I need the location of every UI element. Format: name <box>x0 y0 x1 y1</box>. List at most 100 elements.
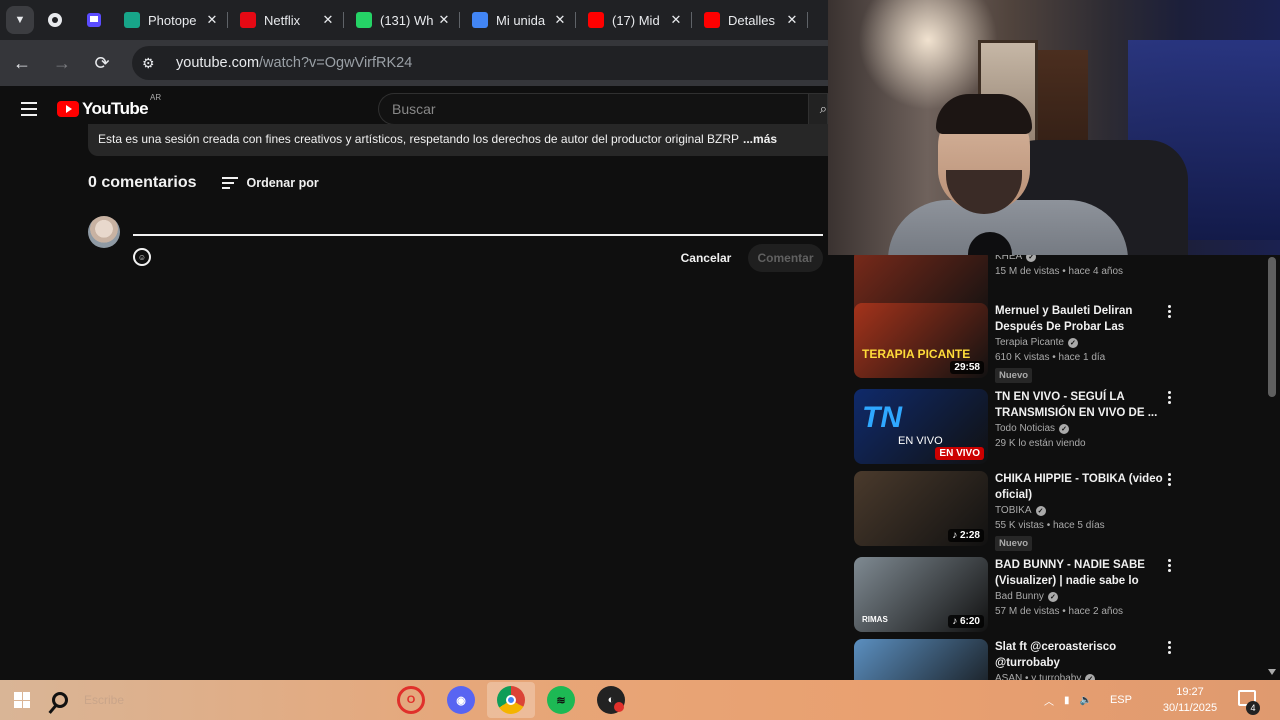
more-actions-icon[interactable] <box>1168 391 1172 404</box>
arrow-right-icon: → <box>53 52 71 73</box>
volume-icon[interactable]: 🔈 <box>1080 695 1092 706</box>
search-icon: ⌕ <box>819 101 827 116</box>
webcam-overlay <box>828 0 1280 255</box>
comment-input[interactable] <box>133 234 823 236</box>
channel-row: Bad Bunny ✓ <box>995 591 1165 602</box>
browser-tab[interactable]: Photope ✕ <box>112 0 228 40</box>
system-tray: ︿ ▮ 🔈 ESP <box>1044 680 1132 720</box>
opera-icon[interactable]: O <box>397 686 425 714</box>
start-button[interactable] <box>0 680 44 720</box>
url-host: youtube.com <box>176 55 260 71</box>
verified-icon: ✓ <box>1047 591 1058 602</box>
channel-name[interactable]: Todo Noticias <box>995 423 1055 434</box>
tab-close-icon[interactable]: ✕ <box>204 12 220 28</box>
show-hidden-icons-icon[interactable]: ︿ <box>1044 693 1054 708</box>
browser-tab[interactable]: (131) Wh ✕ <box>344 0 460 40</box>
recording-indicator <box>614 702 624 712</box>
thumbnail-subtext: EN VIVO <box>898 435 943 447</box>
search-placeholder: Buscar <box>392 101 436 117</box>
chrome-icon[interactable] <box>497 686 525 714</box>
smiley-icon: ☺ <box>137 252 147 262</box>
youtube-logo[interactable]: YouTube AR <box>57 93 161 119</box>
video-title[interactable]: Mernuel y Bauleti Deliran Después De Pro… <box>995 303 1165 335</box>
channel-name[interactable]: Bad Bunny <box>995 591 1044 602</box>
channel-row: KHEA ✓ <box>995 255 1165 262</box>
address-bar[interactable]: ⚙ youtube.com/watch?v=OgwVirfRK24 <box>132 46 828 80</box>
video-thumbnail[interactable]: RIMAS ♪ 6:20 <box>854 557 988 632</box>
video-meta: Slat ft @ceroasterisco @turrobaby ASAN • … <box>995 639 1165 680</box>
guide-menu-button[interactable] <box>9 102 49 116</box>
video-thumbnail[interactable]: TN EN VIVO EN VIVO <box>854 389 988 464</box>
tab-title: (17) Mid <box>612 12 660 28</box>
reload-icon: ⟳ <box>94 52 110 73</box>
browser-tab[interactable]: Detalles ✕ <box>692 0 808 40</box>
reload-button[interactable]: ⟳ <box>84 45 120 81</box>
channel-name[interactable]: KHEA <box>995 255 1022 262</box>
cancel-button[interactable]: Cancelar <box>672 244 740 272</box>
channel-name[interactable]: ASAN • y turrobaby <box>995 673 1081 680</box>
pinned-app-icon <box>48 13 62 27</box>
scroll-down-arrow-icon[interactable] <box>1268 669 1276 675</box>
video-thumbnail[interactable]: ♪ 2:28 <box>854 471 988 546</box>
discord-icon[interactable]: ◉ <box>447 686 475 714</box>
emoji-button[interactable]: ☺ <box>133 248 151 266</box>
video-meta: KHEA ✓ 15 M de vistas • hace 4 años <box>995 255 1165 277</box>
spotify-icon[interactable]: ≋ <box>547 686 575 714</box>
tab-title: Detalles <box>728 12 775 28</box>
browser-toolbar: ← → ⟳ ⚙ youtube.com/watch?v=OgwVirfRK24 <box>0 40 828 86</box>
sort-comments-button[interactable]: Ordenar por <box>222 176 319 190</box>
comment-submit-button[interactable]: Comentar <box>748 244 823 272</box>
video-thumbnail[interactable] <box>854 639 988 680</box>
scrollbar-thumb[interactable] <box>1268 257 1276 397</box>
video-meta: Mernuel y Bauleti Deliran Después De Pro… <box>995 303 1165 383</box>
back-button[interactable]: ← <box>4 45 40 81</box>
channel-name[interactable]: Terapia Picante <box>995 337 1064 348</box>
new-badge: Nuevo <box>995 536 1033 551</box>
video-meta: TN EN VIVO - SEGUÍ LA TRANSMISIÓN EN VIV… <box>995 389 1165 449</box>
google-drive-icon <box>472 12 488 28</box>
comments-header: 0 comentarios Ordenar por <box>88 174 319 192</box>
video-description[interactable]: Esta es una sesión creada con fines crea… <box>88 124 828 156</box>
tab-close-icon[interactable]: ✕ <box>784 12 800 28</box>
more-actions-icon[interactable] <box>1168 641 1172 654</box>
scrollbar[interactable] <box>1268 255 1276 675</box>
language-indicator[interactable]: ESP <box>1110 694 1132 706</box>
video-title[interactable]: BAD BUNNY - NADIE SABE (Visualizer) | na… <box>995 557 1165 589</box>
tab-search-button[interactable]: ▼ <box>6 6 34 34</box>
taskbar-search[interactable]: Escribe <box>44 680 164 720</box>
show-more-link[interactable]: ...más <box>743 132 777 146</box>
search-icon <box>52 692 68 708</box>
forward-button[interactable]: → <box>44 45 80 81</box>
video-title[interactable]: Slat ft @ceroasterisco @turrobaby <box>995 639 1165 671</box>
browser-tab[interactable]: Netflix ✕ <box>228 0 344 40</box>
channel-name[interactable]: TOBIKA <box>995 505 1032 516</box>
video-views: 15 M de vistas • hace 4 años <box>995 266 1124 277</box>
site-settings-icon[interactable]: ⚙ <box>142 55 166 72</box>
clock[interactable]: 19:27 30/11/2025 <box>1150 684 1230 716</box>
search-input[interactable]: Buscar <box>378 93 808 125</box>
search-button[interactable]: ⌕ <box>808 93 828 125</box>
duration-badge: 29:58 <box>950 361 984 374</box>
pinned-tab-2[interactable] <box>76 0 112 40</box>
more-actions-icon[interactable] <box>1168 559 1172 572</box>
video-title[interactable]: CHIKA HIPPIE - TOBIKA (video oficial) <box>995 471 1165 503</box>
battery-icon[interactable]: ▮ <box>1064 695 1070 706</box>
pinned-tab-1[interactable] <box>34 0 76 40</box>
video-meta: BAD BUNNY - NADIE SABE (Visualizer) | na… <box>995 557 1165 617</box>
user-avatar <box>88 216 120 248</box>
tab-close-icon[interactable]: ✕ <box>668 12 684 28</box>
browser-tab[interactable]: (17) Mid ✕ <box>576 0 692 40</box>
video-views: 57 M de vistas • hace 2 años <box>995 606 1124 617</box>
video-title[interactable]: TN EN VIVO - SEGUÍ LA TRANSMISIÓN EN VIV… <box>995 389 1165 421</box>
channel-row: TOBIKA ✓ <box>995 505 1165 516</box>
description-text: Esta es una sesión creada con fines crea… <box>98 132 740 146</box>
browser-tab[interactable]: Mi unida ✕ <box>460 0 576 40</box>
tab-close-icon[interactable]: ✕ <box>320 12 336 28</box>
tab-close-icon[interactable]: ✕ <box>436 12 452 28</box>
tab-close-icon[interactable]: ✕ <box>552 12 568 28</box>
more-actions-icon[interactable] <box>1168 473 1172 486</box>
verified-icon: ✓ <box>1067 337 1078 348</box>
tab-title: Netflix <box>264 12 301 28</box>
more-actions-icon[interactable] <box>1168 305 1172 318</box>
video-thumbnail[interactable]: TERAPIA PICANTE 29:58 <box>854 303 988 378</box>
